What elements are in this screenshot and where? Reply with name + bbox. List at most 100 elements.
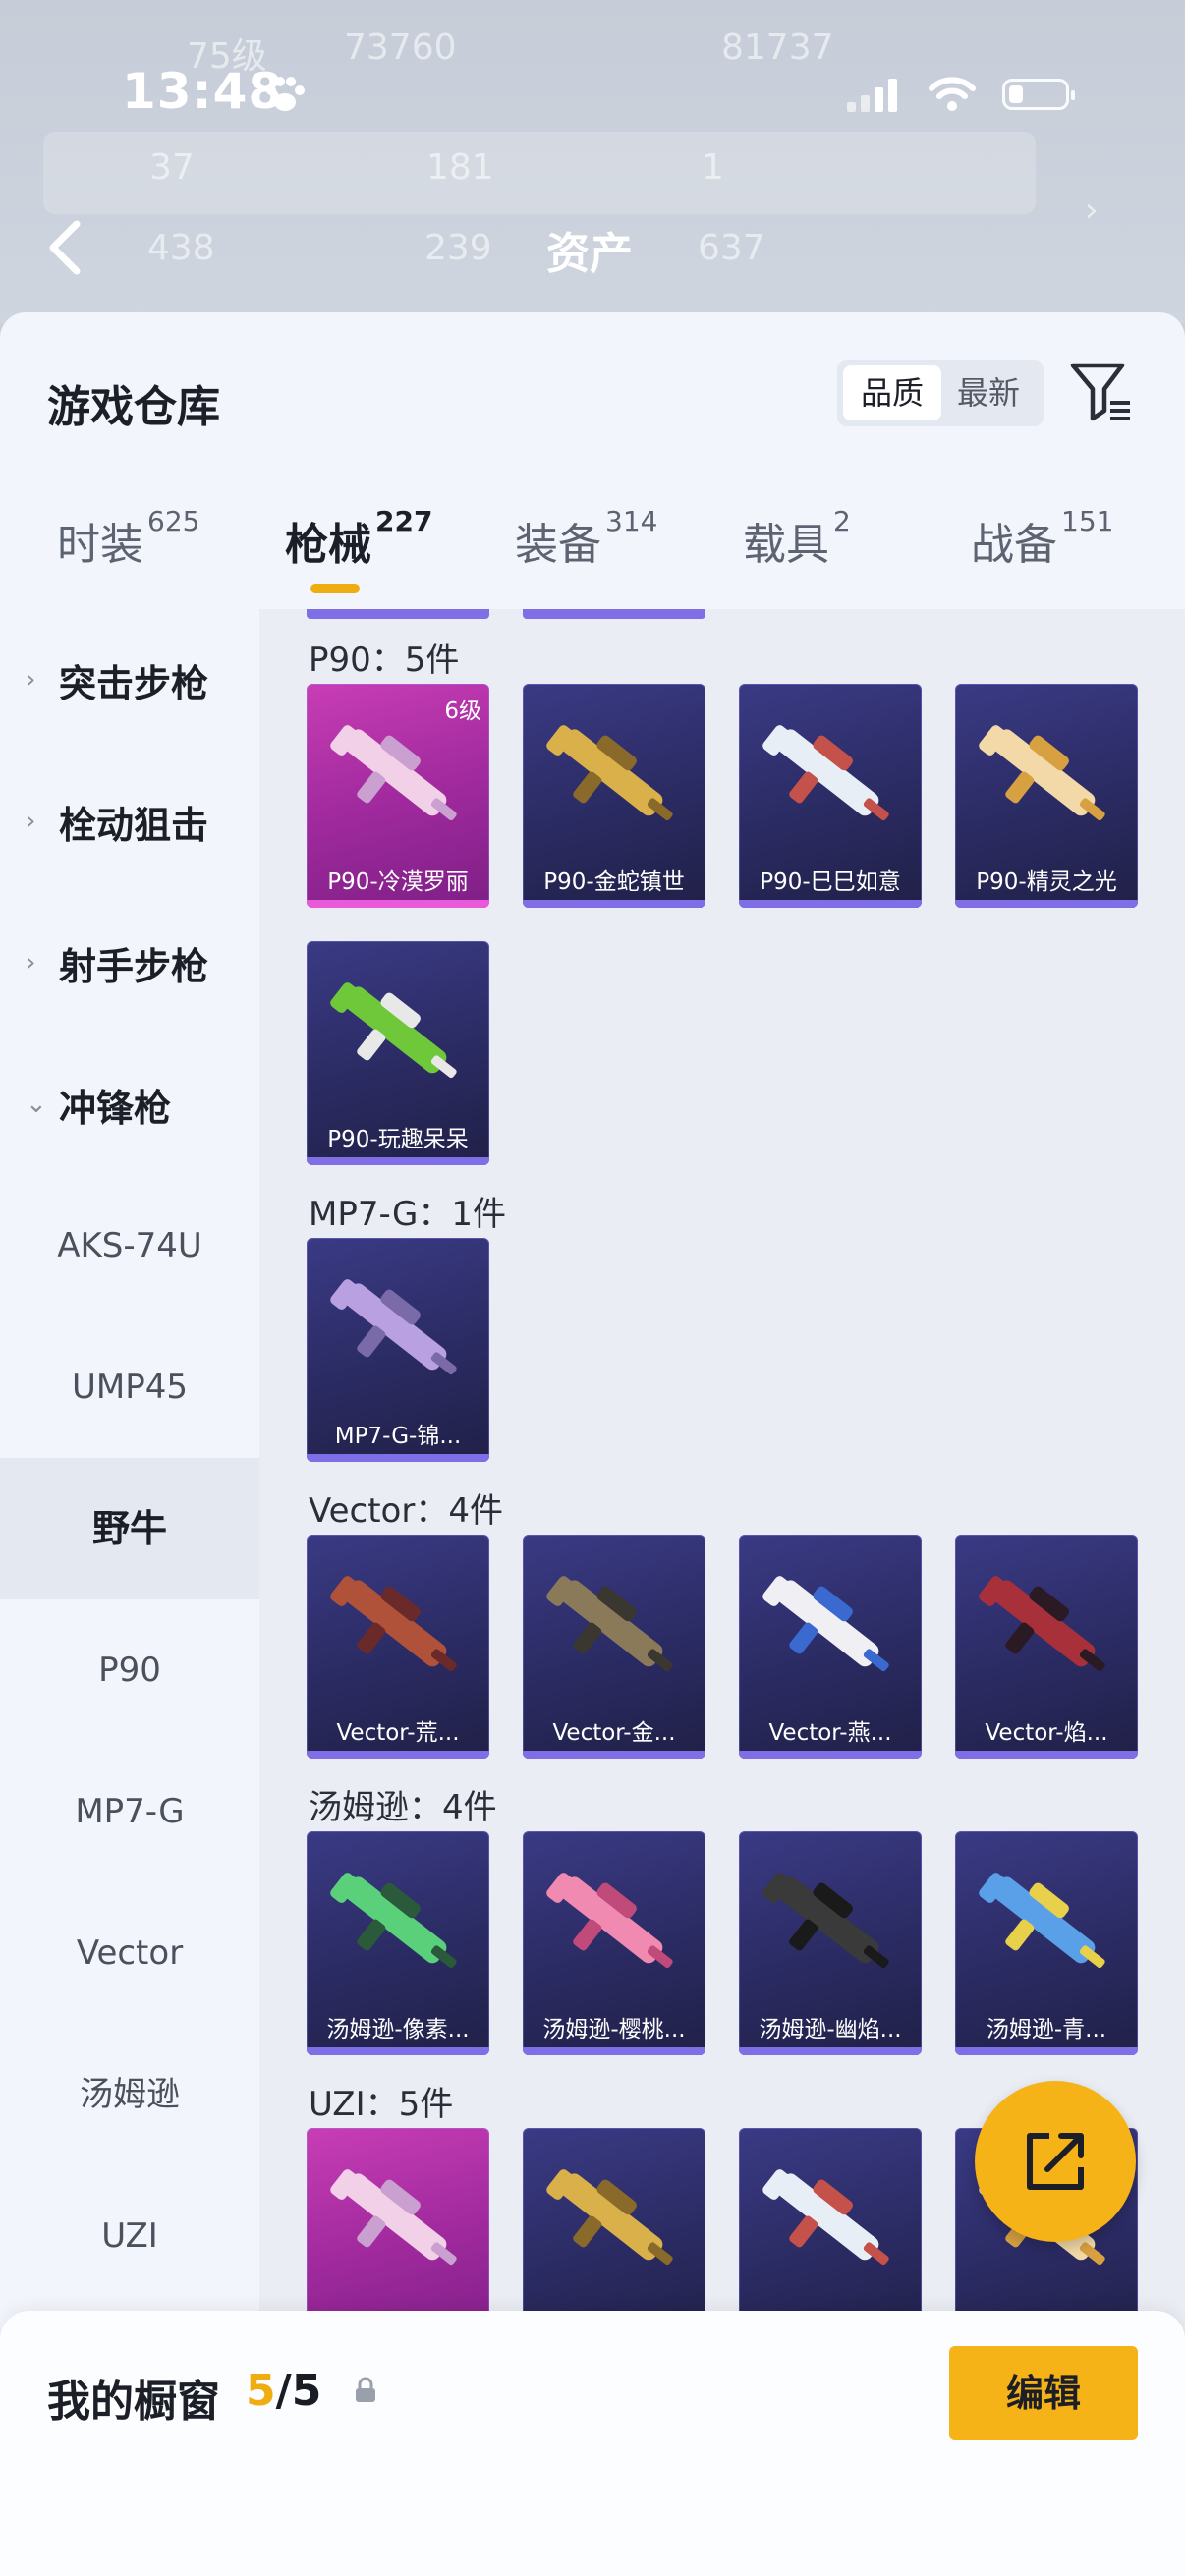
tab-tactical[interactable]: 战备 151 xyxy=(971,505,1113,572)
item-card[interactable]: P90-巳巳如意 xyxy=(739,684,922,908)
item-card[interactable]: P90-精灵之光 xyxy=(955,684,1138,908)
item-card[interactable]: MP7-G-锦... xyxy=(307,1238,489,1462)
faded-value: 81737 xyxy=(721,28,834,68)
item-card[interactable]: Vector-焰... xyxy=(955,1535,1138,1759)
sidebar-item-ump45[interactable]: UMP45 xyxy=(0,1316,259,1458)
group-title: 汤姆逊：4件 xyxy=(309,1788,497,1827)
status-time: 13:48 xyxy=(122,63,284,120)
gun-skin-image xyxy=(546,1576,673,1672)
item-name: 汤姆逊-青... xyxy=(986,2017,1107,2043)
item-card[interactable]: Vector-燕... xyxy=(739,1535,922,1759)
edit-button[interactable]: 编辑 xyxy=(949,2346,1138,2440)
gun-skin-image xyxy=(762,725,889,821)
tab-count: 227 xyxy=(375,505,433,537)
card-edge xyxy=(307,609,489,619)
item-card[interactable]: 汤姆逊-幽焰... xyxy=(739,1831,922,2055)
showcase-count-current: 5 xyxy=(246,2366,276,2416)
background-header: 75级 73760 81737 13:48 37 181 1 › 438 239… xyxy=(0,0,1185,324)
share-icon xyxy=(1027,2133,1084,2190)
more-stats-button[interactable]: › xyxy=(1040,132,1138,289)
sidebar-category-marksman-rifle[interactable]: › 射手步枪 xyxy=(0,892,259,1034)
item-name: P90-金蛇镇世 xyxy=(543,869,685,895)
gun-skin-image xyxy=(546,1873,673,1969)
chevron-right-icon: › xyxy=(1085,191,1099,230)
sidebar-item-mp7g[interactable]: MP7-G xyxy=(0,1741,259,1882)
item-name: Vector-金... xyxy=(552,1720,676,1746)
group-title: UZI：5件 xyxy=(309,2085,454,2124)
tab-fashion[interactable]: 时装 625 xyxy=(57,505,199,572)
wifi-icon xyxy=(929,77,976,111)
chevron-right-icon: › xyxy=(26,807,36,836)
item-name: P90-冷漠罗丽 xyxy=(327,869,469,895)
paw-icon xyxy=(266,77,305,111)
gun-skin-image xyxy=(330,725,457,821)
chevron-right-icon: › xyxy=(26,665,36,695)
sidebar-category-bolt-sniper[interactable]: › 栓动狙击 xyxy=(0,751,259,892)
item-card[interactable]: 6级 P90-冷漠罗丽 xyxy=(307,684,489,908)
gun-skin-image xyxy=(330,1279,457,1375)
tab-guns[interactable]: 枪械 227 xyxy=(285,505,432,572)
sidebar-category-label: 突击步枪 xyxy=(59,661,209,705)
item-card[interactable]: 汤姆逊-像素... xyxy=(307,1831,489,2055)
stat-value: 181 xyxy=(426,147,494,188)
item-card[interactable]: 汤姆逊-青... xyxy=(955,1831,1138,2055)
back-icon[interactable] xyxy=(43,218,90,277)
sidebar-category-label: 栓动狙击 xyxy=(59,803,209,847)
card-edge xyxy=(523,609,705,619)
gun-skin-image xyxy=(330,982,457,1079)
tab-label: 战备 xyxy=(971,520,1057,570)
sidebar-item-vector[interactable]: Vector xyxy=(0,1882,259,2024)
gun-skin-image xyxy=(979,1576,1105,1672)
item-card[interactable]: Vector-金... xyxy=(523,1535,705,1759)
chevron-right-icon: › xyxy=(26,948,36,978)
sidebar-item-uzi[interactable]: UZI xyxy=(0,2165,259,2307)
item-level: 6级 xyxy=(444,699,481,724)
tab-count: 151 xyxy=(1061,505,1114,537)
tab-label: 装备 xyxy=(515,520,601,570)
sidebar-category-smg[interactable]: ⌄ 冲锋枪 xyxy=(0,1034,259,1175)
tab-vehicles[interactable]: 载具 2 xyxy=(743,505,851,572)
item-name: Vector-燕... xyxy=(768,1720,892,1746)
showcase-count-separator: / xyxy=(275,2366,292,2416)
item-card[interactable]: P90-玩趣呆呆 xyxy=(307,941,489,1165)
item-card[interactable]: Vector-荒... xyxy=(307,1535,489,1759)
sidebar-item-thompson[interactable]: 汤姆逊 xyxy=(0,2024,259,2165)
showcase-count-total: 5 xyxy=(291,2366,322,2416)
lock-icon xyxy=(356,2377,375,2402)
tab-count: 2 xyxy=(833,505,851,537)
sort-quality-button[interactable]: 品质 xyxy=(843,365,941,420)
tab-equipment[interactable]: 装备 314 xyxy=(515,505,657,572)
gun-skin-image xyxy=(330,1576,457,1672)
gun-skin-image xyxy=(979,725,1105,821)
group-title: P90：5件 xyxy=(309,641,460,680)
sidebar-category-assault-rifle[interactable]: › 突击步枪 xyxy=(0,609,259,751)
sort-newest-button[interactable]: 最新 xyxy=(939,365,1038,420)
item-grid: P90：5件 6级 P90-冷漠罗丽 P90-金蛇镇世 P90-巳巳如意 P90-精灵之光… xyxy=(259,609,1185,2576)
warehouse-sheet: 游戏仓库 品质 最新 时装 625 枪械 227 装备 314 载具 2 战备 151 ›… xyxy=(0,312,1185,2576)
share-button[interactable] xyxy=(975,2081,1136,2242)
item-name: 汤姆逊-幽焰... xyxy=(759,2017,902,2043)
gun-skin-image xyxy=(546,725,673,821)
tab-label: 时装 xyxy=(57,520,143,570)
item-name: 汤姆逊-像素... xyxy=(326,2017,470,2043)
battery-icon xyxy=(1002,79,1075,110)
sidebar-item-bizon[interactable]: 野牛 xyxy=(0,1458,259,1599)
showcase-count: 5/5 xyxy=(246,2366,321,2416)
item-card[interactable]: P90-金蛇镇世 xyxy=(523,684,705,908)
stat-value: 637 xyxy=(698,228,765,268)
gun-skin-image xyxy=(330,2169,457,2266)
tab-label: 载具 xyxy=(743,520,829,570)
item-card[interactable]: 汤姆逊-樱桃... xyxy=(523,1831,705,2055)
gun-skin-image xyxy=(546,2169,673,2266)
category-sidebar: › 突击步枪 › 栓动狙击 › 射手步枪 ⌄ 冲锋枪 AKS-74U UMP45 野牛 … xyxy=(0,609,259,2576)
gun-skin-image xyxy=(762,1873,889,1969)
sidebar-item-p90[interactable]: P90 xyxy=(0,1599,259,1741)
stat-value: 1 xyxy=(702,147,724,188)
tab-indicator xyxy=(310,584,360,593)
faded-value: 73760 xyxy=(344,28,457,68)
tab-label: 枪械 xyxy=(285,520,371,570)
group-title: MP7-G：1件 xyxy=(309,1195,506,1234)
filter-icon[interactable] xyxy=(1069,360,1134,424)
tab-count: 314 xyxy=(605,505,658,537)
sidebar-item-aks74u[interactable]: AKS-74U xyxy=(0,1175,259,1316)
